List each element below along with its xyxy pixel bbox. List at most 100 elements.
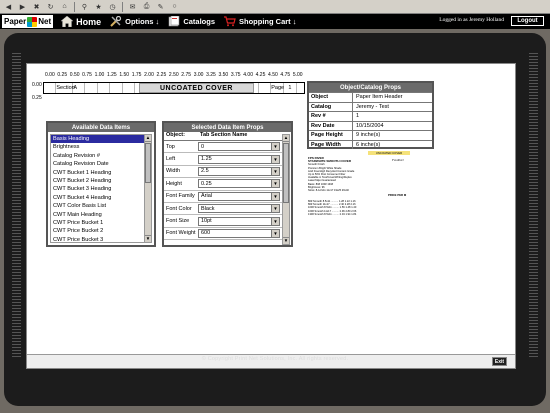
available-item[interactable]: CWT Price Bucket 2 — [51, 227, 144, 235]
prop-value: Arial — [201, 193, 213, 200]
prop-row: Height 0.25 ▼ — [164, 178, 282, 191]
prop-value: 1.25 — [201, 156, 212, 163]
scroll-down-icon[interactable]: ▼ — [145, 235, 151, 242]
ruler-tick: 4.25 — [255, 72, 266, 78]
ruler-tick: 1.75 — [131, 72, 142, 78]
prop-value: Black — [201, 205, 215, 212]
logout-button[interactable]: Logout — [511, 16, 544, 26]
scroll-thumb[interactable] — [283, 143, 289, 203]
ruler-tick: 0.75 — [82, 72, 92, 78]
chevron-down-icon[interactable]: ▼ — [271, 192, 279, 200]
home-icon[interactable]: ⌂ — [60, 2, 69, 11]
scroll-thumb[interactable] — [145, 143, 151, 183]
object-catalog-props-panel: Object/Catalog Props Object Paper Item He… — [307, 81, 434, 149]
available-items-title: Available Data Items — [48, 123, 154, 132]
page-preview[interactable]: UNCOATED COVER FPS RIVER STARWHITE SMOOTH… — [308, 150, 416, 220]
favorites-icon[interactable]: ★ — [94, 2, 103, 11]
prop-row: Font Weight 600 ▼ — [164, 228, 282, 241]
edit-icon[interactable]: ✎ — [156, 2, 165, 11]
toolbar-divider — [74, 1, 75, 12]
print-icon[interactable]: ⎙ — [142, 2, 151, 11]
papernet-logo[interactable]: Paper Net — [2, 15, 54, 28]
chevron-down-icon[interactable]: ▼ — [271, 217, 279, 225]
layout-canvas-strip[interactable]: Section A Page 1 UNCOATED COVER — [43, 82, 305, 94]
tab-section-heading-object[interactable]: UNCOATED COVER — [139, 83, 254, 93]
available-item[interactable]: Basis Heading — [51, 135, 144, 144]
prop-value: 2.5 — [201, 168, 209, 175]
ruler-tick: 2.50 — [168, 72, 179, 78]
ruler-tick: 2.75 — [181, 72, 192, 78]
right-stripes — [529, 53, 538, 357]
available-item[interactable]: CWT Bucket 3 Heading — [51, 185, 144, 193]
nav-shopping-cart[interactable]: Shopping Cart ↓ — [224, 16, 297, 27]
available-item[interactable]: CWT Bucket 2 Heading — [51, 177, 144, 185]
chevron-down-icon[interactable]: ▼ — [271, 155, 279, 163]
prop-label: Font Weight — [166, 230, 196, 237]
chevron-down-icon[interactable]: ▼ — [271, 205, 279, 213]
props-scrollbar[interactable]: ▲ ▼ — [282, 134, 290, 245]
stop-icon[interactable]: ✖ — [32, 2, 41, 11]
refresh-icon[interactable]: ↻ — [46, 2, 55, 11]
prop-select[interactable]: 1.25 ▼ — [198, 154, 280, 164]
available-item[interactable]: Catalog Revision # — [51, 152, 144, 160]
page-label: Page — [271, 83, 285, 93]
page-value: 1 — [284, 83, 297, 93]
available-item[interactable]: CWT Bucket 1 Heading — [51, 169, 144, 177]
prop-row: Font Family Arial ▼ — [164, 191, 282, 203]
nav-catalogs[interactable]: Catalogs — [168, 16, 215, 27]
preview-text-line: Sizes: 8-1/2x11 11x17 19x25 26x40 — [308, 189, 349, 193]
prop-value: 0.25 — [201, 180, 212, 187]
available-item[interactable]: CWT Price Bucket 3 — [51, 236, 144, 242]
scroll-up-icon[interactable]: ▲ — [145, 135, 151, 142]
available-item[interactable]: Catalog Revision Date — [51, 160, 144, 168]
nav-options[interactable]: Options ↓ — [110, 16, 159, 27]
prop-select[interactable]: 600 ▼ — [198, 228, 280, 238]
available-item[interactable]: CWT Bucket 4 Heading — [51, 194, 144, 202]
chevron-down-icon[interactable]: ▼ — [271, 229, 279, 237]
object-prop-key: Object — [309, 93, 353, 102]
available-item[interactable]: Brightness — [51, 143, 144, 151]
left-stripes — [12, 53, 21, 357]
forward-icon[interactable]: ▶ — [18, 2, 27, 11]
ruler-tick: 4.75 — [280, 72, 291, 78]
logo-mark-icon — [27, 16, 38, 27]
prop-select[interactable]: Black ▼ — [198, 204, 280, 214]
prop-label: Width — [166, 168, 181, 175]
nav-home[interactable]: Home — [61, 16, 101, 27]
ruler-tick: 1.00 — [94, 72, 105, 78]
ruler-tick: 5.00 — [292, 72, 303, 78]
available-list-scrollbar[interactable]: ▲ ▼ — [144, 134, 152, 243]
prop-select[interactable]: Arial ▼ — [198, 191, 280, 201]
selected-props-title: Selected Data Item Props — [164, 123, 291, 132]
chevron-down-icon[interactable]: ▼ — [271, 167, 279, 175]
preview-logo: Fox River — [392, 158, 404, 162]
scroll-up-icon[interactable]: ▲ — [283, 135, 289, 142]
prop-select[interactable]: 0 ▼ — [198, 142, 280, 152]
ruler-tick: 4.00 — [243, 72, 253, 78]
mail-icon[interactable]: ✉ — [128, 2, 137, 11]
preview-price-row: 130# Smooth 8.5x11 ......... 2.04 1.94 1… — [308, 212, 357, 216]
chevron-down-icon[interactable]: ▼ — [271, 180, 279, 188]
back-icon[interactable]: ◀ — [4, 2, 13, 11]
prop-select[interactable]: 0.25 ▼ — [198, 179, 280, 189]
object-prop-value: Paper Item Header — [356, 94, 403, 101]
chevron-down-icon[interactable]: ▼ — [271, 143, 279, 151]
prop-select[interactable]: 2.5 ▼ — [198, 166, 280, 176]
discuss-icon[interactable]: ○ — [170, 2, 179, 11]
ruler-tick: 1.50 — [119, 72, 130, 78]
search-icon[interactable]: ⚲ — [80, 2, 89, 11]
nav-cart-label: Shopping Cart ↓ — [239, 17, 297, 26]
prop-select[interactable]: 10pt ▼ — [198, 216, 280, 226]
history-icon[interactable]: ◷ — [108, 2, 117, 11]
prop-row: Width 2.5 ▼ — [164, 166, 282, 179]
object-prop-key: Rev # — [309, 112, 353, 121]
app-navbar: Paper Net Home Options ↓ Catalogs Shoppi… — [0, 14, 550, 29]
available-items-list[interactable]: Basis Heading Brightness Catalog Revision … — [50, 134, 145, 243]
available-item[interactable]: CWT Main Heading — [51, 211, 144, 219]
object-prop-row: Object Paper Item Header — [309, 92, 432, 102]
available-item[interactable]: CWT Color Basis List — [51, 202, 144, 210]
scroll-down-icon[interactable]: ▼ — [283, 237, 289, 244]
ruler-tick: 0.25 — [57, 72, 68, 78]
available-item[interactable]: CWT Price Bucket 1 — [51, 219, 144, 227]
object-value: Tab Section Name — [200, 132, 248, 138]
